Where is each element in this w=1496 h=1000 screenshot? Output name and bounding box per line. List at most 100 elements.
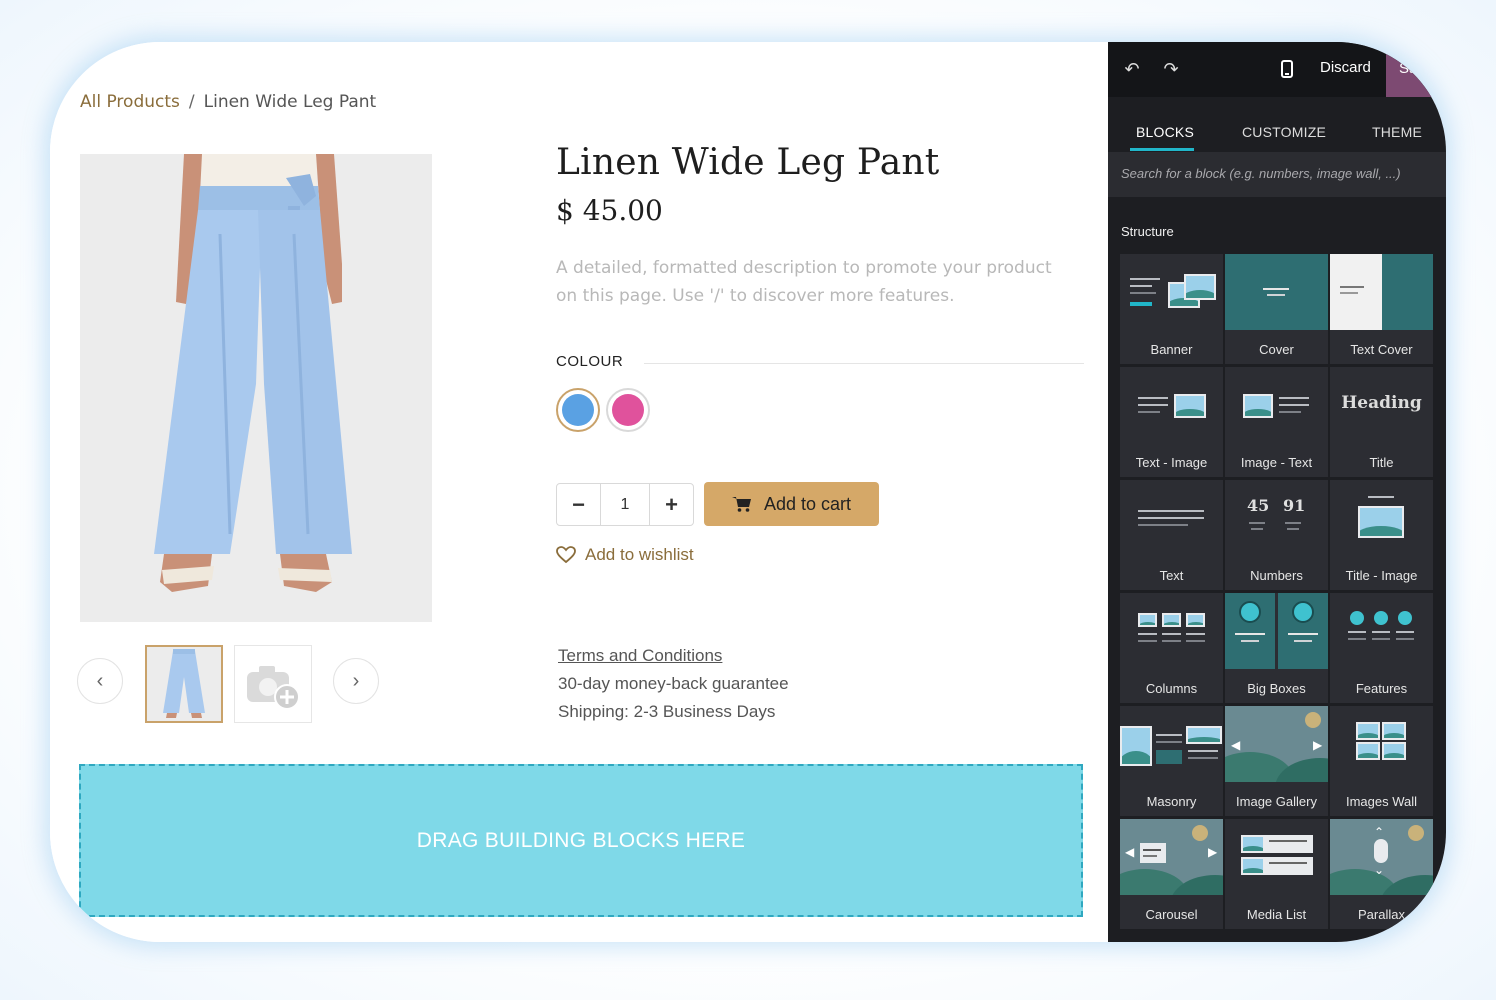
features-preview xyxy=(1330,593,1433,669)
mouse-icon xyxy=(1374,839,1388,863)
editor-panel: ↶ ↷ Discard Sa BLOCKS CUSTOMIZE THEME Se… xyxy=(1108,42,1446,942)
block-label: Features xyxy=(1355,681,1408,696)
block-columns[interactable]: Columns xyxy=(1120,593,1223,703)
block-drop-zone[interactable]: DRAG BUILDING BLOCKS HERE xyxy=(79,764,1083,917)
block-numbers[interactable]: 45 91 Numbers xyxy=(1225,480,1328,590)
image-gallery-preview: ◀ ▶ xyxy=(1225,706,1328,782)
next-image-button[interactable]: › xyxy=(333,658,379,704)
block-big-boxes[interactable]: Big Boxes xyxy=(1225,593,1328,703)
heading-preview-text: Heading xyxy=(1341,393,1422,413)
chevron-left-icon: ‹ xyxy=(96,669,104,692)
block-label: Text - Image xyxy=(1135,455,1208,470)
block-text-image[interactable]: Text - Image xyxy=(1120,367,1223,477)
tab-blocks[interactable]: BLOCKS xyxy=(1136,124,1194,140)
tab-customize[interactable]: CUSTOMIZE xyxy=(1242,124,1326,140)
text-image-preview xyxy=(1120,367,1223,443)
add-to-wishlist-link[interactable]: Add to wishlist xyxy=(556,545,694,565)
breadcrumb-all-products[interactable]: All Products xyxy=(80,92,180,112)
block-title-image[interactable]: Title - Image xyxy=(1330,480,1433,590)
screen: All Products / Linen Wide Leg Pant ‹ › L… xyxy=(0,0,1496,1000)
cart-icon xyxy=(731,497,751,512)
active-tab-indicator xyxy=(1130,148,1194,151)
colour-label: COLOUR xyxy=(556,353,624,370)
media-list-preview xyxy=(1225,819,1328,895)
gallery-next-icon: ▶ xyxy=(1313,738,1323,752)
carousel-next-icon: ▶ xyxy=(1208,845,1218,859)
tab-theme[interactable]: THEME xyxy=(1372,124,1422,140)
breadcrumb-separator: / xyxy=(188,92,195,112)
block-features[interactable]: Features xyxy=(1330,593,1433,703)
block-banner[interactable]: Banner xyxy=(1120,254,1223,364)
title-preview: Heading xyxy=(1330,367,1433,443)
block-carousel[interactable]: ◀ ▶ Carousel xyxy=(1120,819,1223,929)
increase-quantity-button[interactable]: + xyxy=(650,484,693,525)
parallax-preview: ⌃ ⌄ xyxy=(1330,819,1433,895)
camera-plus-icon xyxy=(247,666,300,710)
block-image-gallery[interactable]: ◀ ▶ Image Gallery xyxy=(1225,706,1328,816)
block-label: Text xyxy=(1159,568,1184,583)
undo-icon[interactable]: ↶ xyxy=(1121,58,1143,80)
add-to-cart-button[interactable]: Add to cart xyxy=(704,482,879,526)
chevron-up-icon: ⌃ xyxy=(1374,825,1385,839)
block-image-text[interactable]: Image - Text xyxy=(1225,367,1328,477)
block-label: Columns xyxy=(1145,681,1198,696)
block-label: Carousel xyxy=(1145,907,1198,922)
block-label: Image - Text xyxy=(1240,455,1313,470)
cover-preview xyxy=(1225,254,1328,330)
block-label: Images Wall xyxy=(1345,794,1418,809)
redo-icon[interactable]: ↷ xyxy=(1160,58,1182,80)
block-text-cover[interactable]: Text Cover xyxy=(1330,254,1433,364)
product-main-image[interactable] xyxy=(80,154,432,622)
block-label: Big Boxes xyxy=(1247,681,1306,696)
guarantee-text: 30-day money-back guarantee xyxy=(558,674,789,693)
block-media-list[interactable]: Media List xyxy=(1225,819,1328,929)
product-price: $ 45.00 xyxy=(556,194,663,227)
product-description[interactable]: A detailed, formatted description to pro… xyxy=(556,254,1076,310)
swatch-dot xyxy=(612,394,644,426)
quantity-input[interactable]: 1 xyxy=(600,484,650,525)
text-preview xyxy=(1120,480,1223,556)
images-wall-preview xyxy=(1330,706,1433,782)
add-image-thumbnail[interactable] xyxy=(234,645,312,723)
block-images-wall[interactable]: Images Wall xyxy=(1330,706,1433,816)
wishlist-label: Add to wishlist xyxy=(585,545,694,564)
image-text-preview xyxy=(1225,367,1328,443)
block-text[interactable]: Text xyxy=(1120,480,1223,590)
block-label: Numbers xyxy=(1250,568,1303,583)
big-boxes-preview xyxy=(1225,593,1328,669)
structure-section-title: Structure xyxy=(1121,224,1174,239)
terms-and-conditions-link[interactable]: Terms and Conditions xyxy=(558,646,722,666)
previous-image-button[interactable]: ‹ xyxy=(77,658,123,704)
text-cover-preview xyxy=(1330,254,1433,330)
numbers-preview: 45 91 xyxy=(1225,480,1328,556)
block-label: Image Gallery xyxy=(1236,794,1317,809)
block-search-input[interactable]: Search for a block (e.g. numbers, image … xyxy=(1108,152,1446,197)
editor-window: All Products / Linen Wide Leg Pant ‹ › L… xyxy=(50,42,1446,942)
block-cover[interactable]: Cover xyxy=(1225,254,1328,364)
decrease-quantity-button[interactable]: − xyxy=(557,484,600,525)
breadcrumb-current: Linen Wide Leg Pant xyxy=(203,92,377,112)
drop-zone-label: DRAG BUILDING BLOCKS HERE xyxy=(416,828,746,852)
carousel-prev-icon: ◀ xyxy=(1125,845,1135,859)
add-to-cart-label: Add to cart xyxy=(763,493,852,514)
save-button[interactable]: Sa xyxy=(1386,42,1446,97)
heart-icon xyxy=(556,546,576,564)
columns-preview xyxy=(1120,593,1223,669)
mobile-preview-icon[interactable] xyxy=(1276,58,1298,80)
block-title[interactable]: Heading Title xyxy=(1330,367,1433,477)
block-masonry[interactable]: Masonry xyxy=(1120,706,1223,816)
block-label: Banner xyxy=(1150,342,1193,357)
banner-preview xyxy=(1120,254,1223,330)
number-preview-1: 45 xyxy=(1247,496,1270,515)
colour-divider xyxy=(644,363,1084,364)
quantity-stepper: − 1 + xyxy=(556,483,694,526)
colour-swatch-blue[interactable] xyxy=(556,388,600,432)
shipping-text: Shipping: 2-3 Business Days xyxy=(558,702,776,721)
discard-button[interactable]: Discard xyxy=(1320,59,1371,76)
block-parallax[interactable]: ⌃ ⌄ Parallax xyxy=(1330,819,1433,929)
colour-swatch-pink[interactable] xyxy=(606,388,650,432)
block-label: Cover xyxy=(1259,342,1294,357)
block-label: Media List xyxy=(1246,907,1307,922)
thumbnail-1[interactable] xyxy=(145,645,223,723)
number-preview-2: 91 xyxy=(1283,496,1306,515)
